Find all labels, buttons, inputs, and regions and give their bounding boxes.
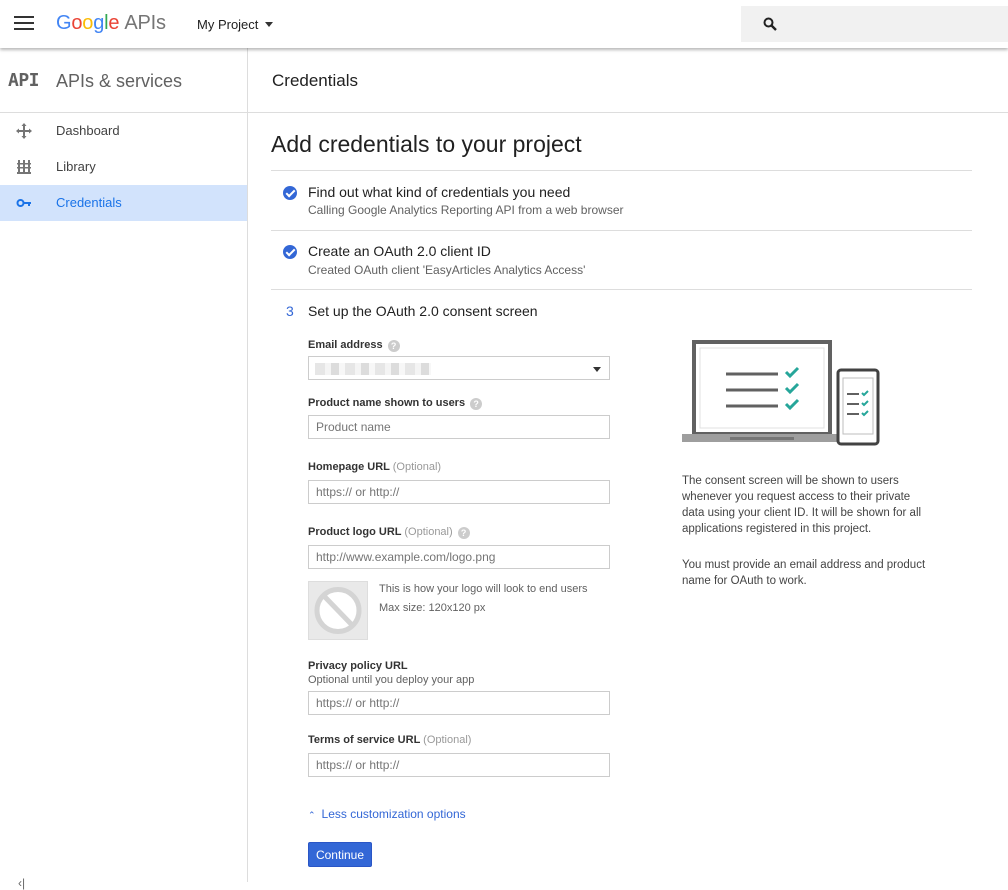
homepage-url-label: Homepage URL (Optional)	[308, 461, 441, 473]
step-2-subtitle: Created OAuth client 'EasyArticles Analy…	[308, 263, 586, 277]
chevron-down-icon	[265, 22, 274, 27]
email-select[interactable]	[308, 356, 610, 380]
consent-screen-illustration	[682, 340, 880, 446]
logo-letter: e	[108, 12, 120, 34]
divider	[271, 170, 972, 171]
api-logo: API	[8, 70, 40, 91]
collapse-sidebar-icon[interactable]: ‹|	[18, 876, 25, 890]
logo-url-input[interactable]	[308, 545, 610, 569]
project-selector[interactable]: My Project	[197, 17, 274, 32]
library-icon	[17, 160, 31, 174]
divider	[271, 230, 972, 231]
help-icon[interactable]: ?	[387, 340, 400, 352]
sidebar-item-label: Library	[56, 159, 96, 174]
search-bar[interactable]	[741, 6, 1008, 42]
privacy-url-label: Privacy policy URL	[308, 660, 408, 672]
google-apis-logo[interactable]: Google APIs	[56, 12, 166, 35]
logo-letter: o	[82, 12, 94, 34]
homepage-url-label-text: Homepage URL	[308, 461, 390, 473]
check-circle-icon	[283, 186, 297, 200]
step-2-title[interactable]: Create an OAuth 2.0 client ID	[308, 243, 491, 259]
email-label: Email address?	[308, 339, 400, 352]
redacted-email	[315, 363, 431, 375]
help-icon[interactable]: ?	[470, 398, 483, 410]
sidebar-title[interactable]: APIs & services	[56, 71, 182, 92]
project-name: My Project	[197, 17, 259, 32]
sidebar-item-credentials[interactable]: Credentials	[0, 185, 247, 221]
step-3-title: Set up the OAuth 2.0 consent screen	[308, 303, 538, 319]
optional-tag: (Optional)	[392, 461, 442, 473]
top-bar: Google APIs My Project	[0, 0, 1008, 48]
logo-suffix: APIs	[124, 12, 166, 34]
logo-letter: G	[56, 12, 72, 34]
less-customization-link[interactable]: ⌃ Less customization options	[308, 807, 466, 821]
search-icon[interactable]	[763, 17, 777, 31]
sidebar-header: API APIs & services	[0, 48, 247, 113]
sidebar-item-label: Dashboard	[56, 123, 120, 138]
key-icon	[16, 199, 31, 207]
logo-url-label-text: Product logo URL	[308, 526, 402, 538]
no-image-icon	[314, 587, 362, 634]
menu-icon[interactable]	[14, 16, 34, 32]
help-icon[interactable]: ?	[457, 527, 470, 539]
main-content: Credentials Add credentials to your proj…	[248, 48, 1008, 882]
tos-url-input[interactable]	[308, 753, 610, 777]
tos-url-label: Terms of service URL (Optional)	[308, 734, 471, 746]
sidebar: API APIs & services Dashboard Library Cr…	[0, 48, 248, 890]
privacy-url-input[interactable]	[308, 691, 610, 715]
sidebar-item-label: Credentials	[56, 195, 122, 210]
page-heading: Add credentials to your project	[271, 131, 582, 157]
product-name-label-text: Product name shown to users	[308, 397, 466, 409]
email-label-text: Email address	[308, 339, 383, 351]
divider	[271, 289, 972, 290]
step-1-title[interactable]: Find out what kind of credentials you ne…	[308, 184, 570, 200]
product-name-input[interactable]	[308, 415, 610, 439]
logo-note: This is how your logo will look to end u…	[379, 583, 588, 595]
product-name-label: Product name shown to users?	[308, 397, 483, 410]
step-1-subtitle: Calling Google Analytics Reporting API f…	[308, 203, 624, 217]
logo-letter: g	[93, 12, 105, 34]
logo-url-label: Product logo URL (Optional)?	[308, 526, 470, 539]
continue-button[interactable]: Continue	[308, 842, 372, 867]
consent-requirement-text: You must provide an email address and pr…	[682, 559, 926, 587]
consent-info-text: The consent screen will be shown to user…	[682, 475, 922, 535]
page-title: Credentials	[272, 71, 358, 90]
dashboard-icon	[16, 123, 32, 139]
tos-url-label-text: Terms of service URL	[308, 734, 421, 746]
page-header: Credentials	[248, 48, 1008, 113]
chevron-up-icon: ⌃	[308, 810, 316, 820]
step-3-number: 3	[286, 303, 294, 319]
optional-tag: (Optional)	[423, 734, 472, 746]
sidebar-item-library[interactable]: Library	[0, 149, 247, 185]
logo-size-note: Max size: 120x120 px	[379, 602, 486, 614]
sidebar-item-dashboard[interactable]: Dashboard	[0, 113, 247, 149]
check-circle-icon	[283, 245, 297, 259]
logo-preview	[308, 581, 368, 640]
logo-letter: o	[71, 12, 83, 34]
homepage-url-input[interactable]	[308, 480, 610, 504]
chevron-down-icon	[593, 367, 601, 372]
less-customization-text: Less customization options	[321, 807, 466, 821]
privacy-url-note: Optional until you deploy your app	[308, 674, 475, 686]
optional-tag: (Optional)	[404, 526, 453, 538]
